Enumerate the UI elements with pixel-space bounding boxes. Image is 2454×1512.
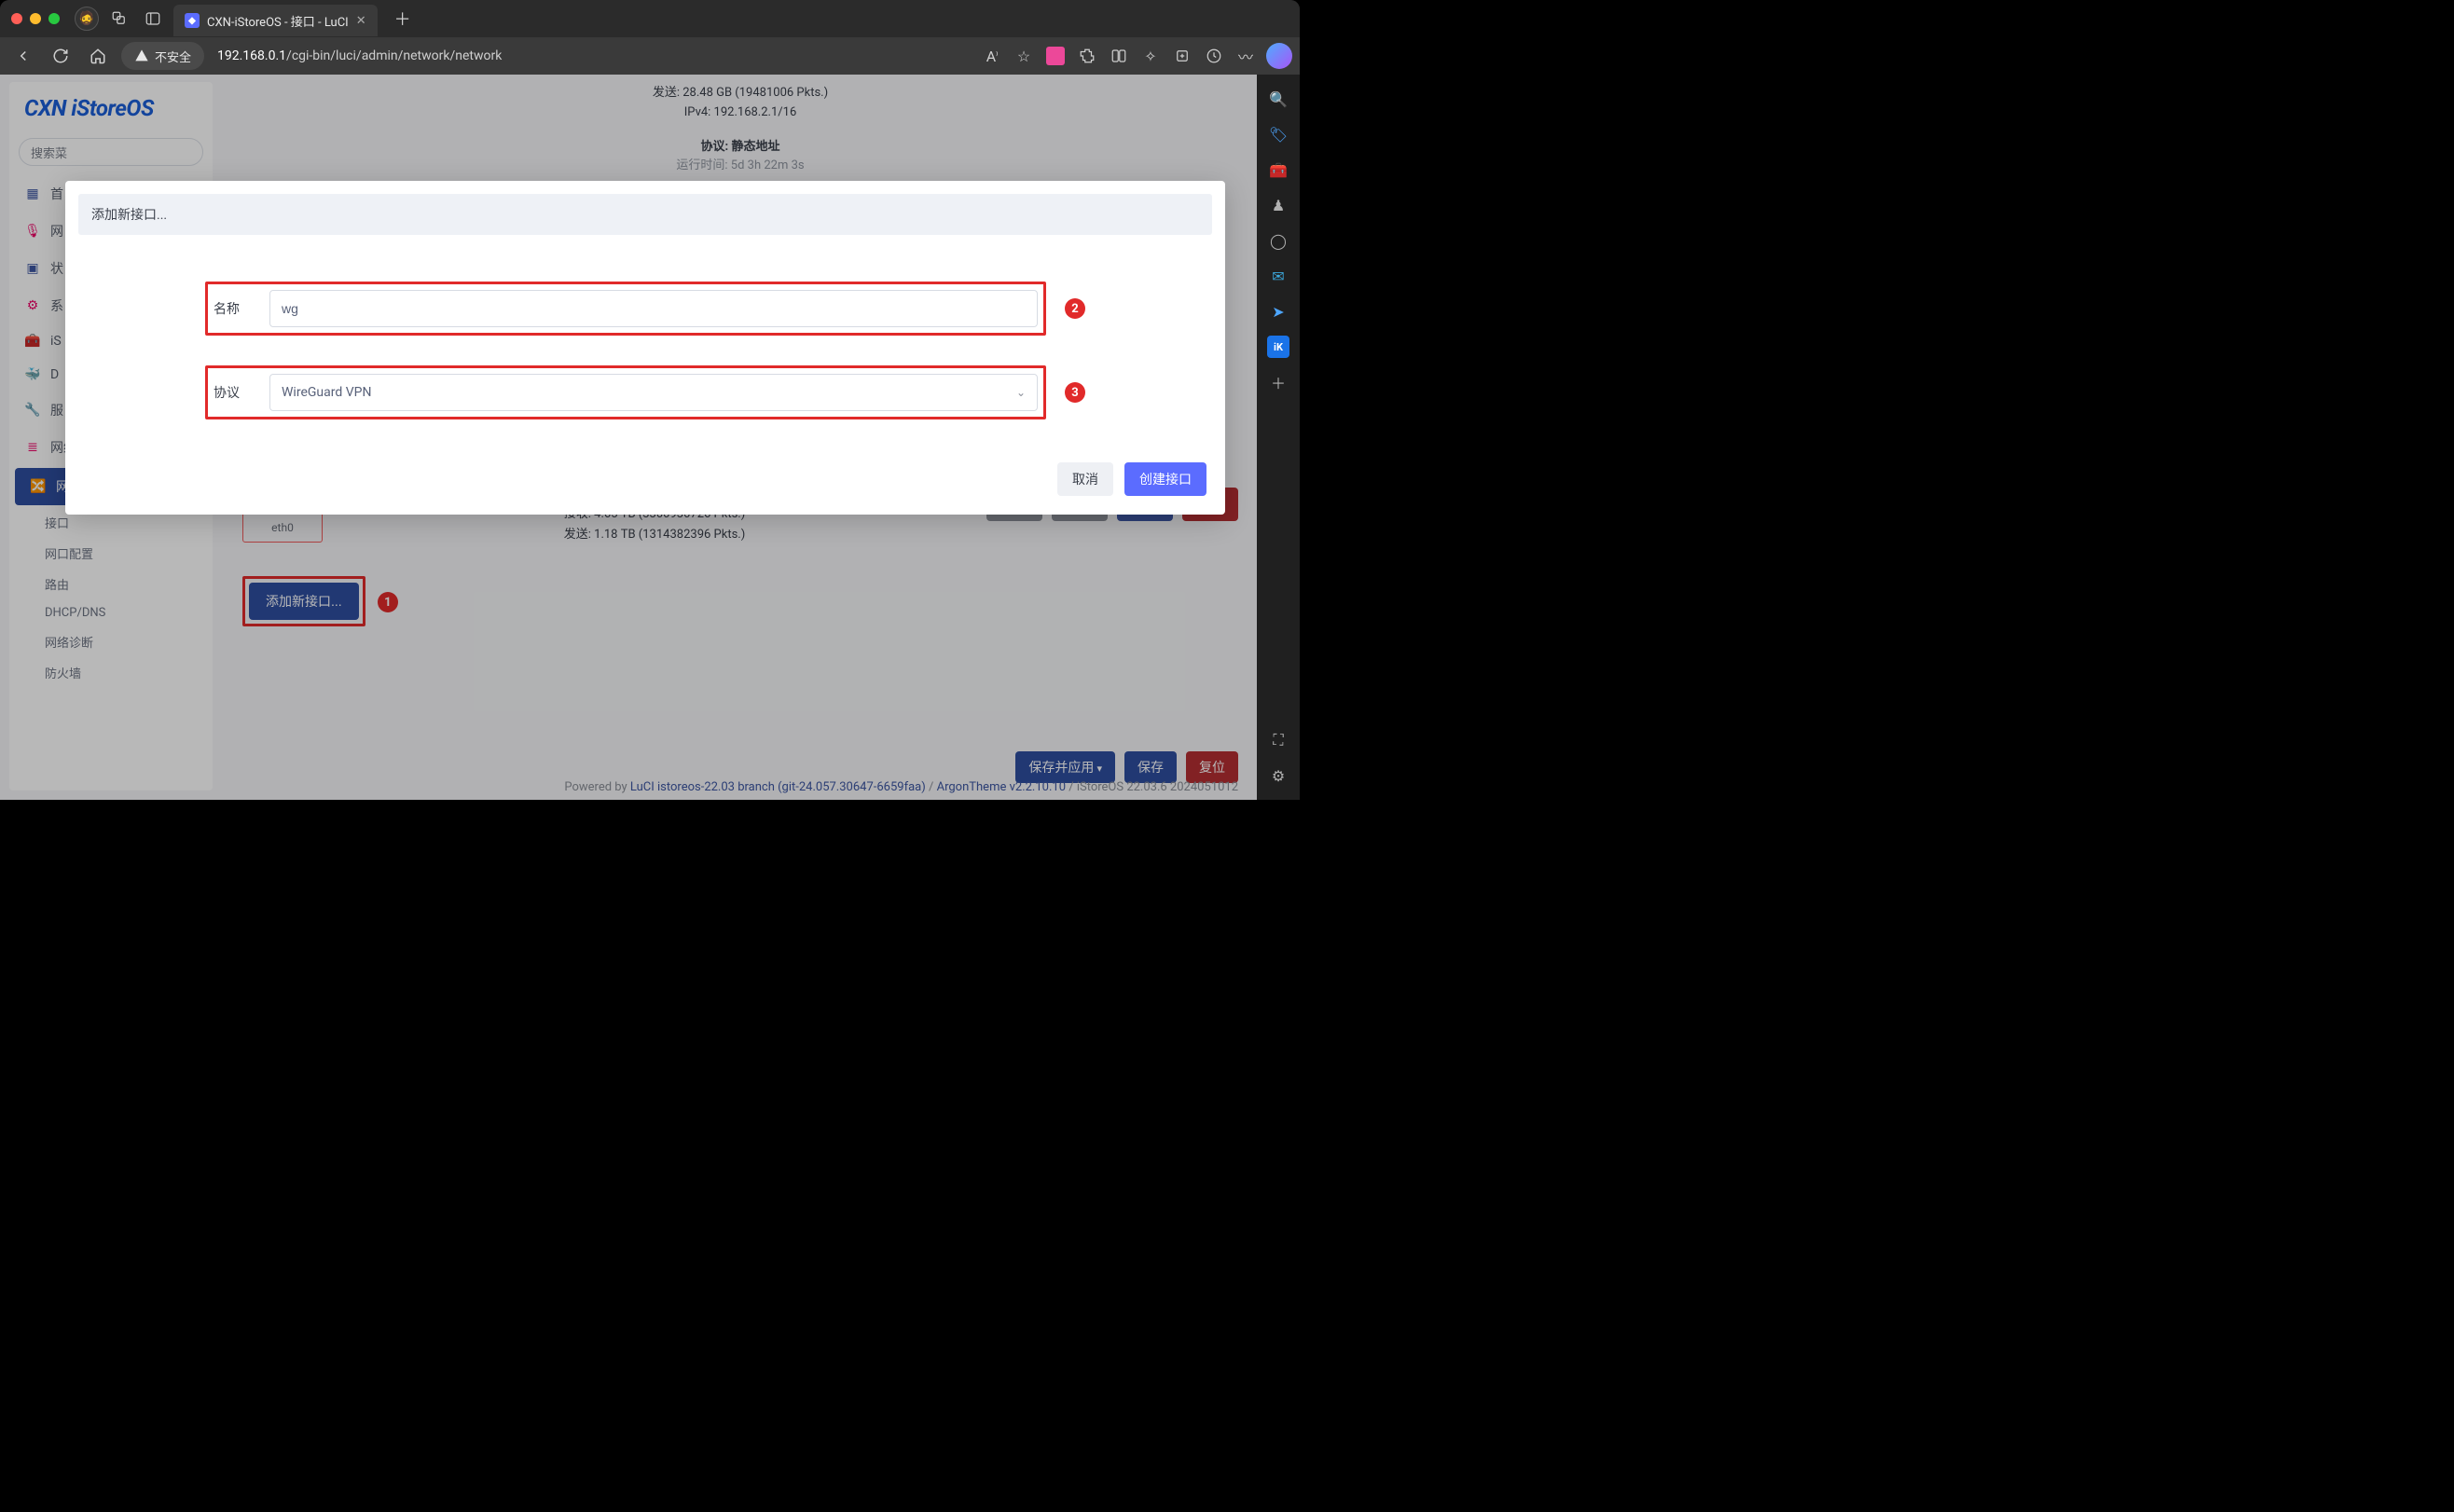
extension-pink-icon[interactable] <box>1042 43 1068 69</box>
url-display[interactable]: 192.168.0.1/cgi-bin/luci/admin/network/n… <box>217 48 970 63</box>
browser-tab[interactable]: ◆ CXN-iStoreOS - 接口 - LuCI ✕ <box>173 5 378 36</box>
modal-title: 添加新接口... <box>78 194 1212 235</box>
protocol-row: 协议 WireGuard VPN ⌄ <box>205 365 1046 419</box>
home-button[interactable] <box>84 42 112 70</box>
rail-screenshot-icon[interactable]: ⛶ <box>1267 729 1289 751</box>
protocol-select[interactable]: WireGuard VPN ⌄ <box>269 374 1038 411</box>
tab-favicon-icon: ◆ <box>185 13 200 28</box>
protocol-label: 协议 <box>214 383 258 402</box>
panel-toggle-icon[interactable] <box>140 6 166 32</box>
insecure-label: 不安全 <box>155 48 191 65</box>
name-label: 名称 <box>214 299 258 318</box>
close-window-icon[interactable] <box>11 13 22 24</box>
annotation-3: 3 <box>1065 382 1085 403</box>
rail-tools-icon[interactable]: 🧰 <box>1267 158 1289 181</box>
page-content: CXN iStoreOS 搜索菜 ▦首 🎙网 ▣状 ⚙系 🧰iS 🐳D 🔧服 ≣… <box>0 75 1257 800</box>
rail-search-icon[interactable]: 🔍 <box>1267 88 1289 110</box>
rail-shopping-icon[interactable]: 🏷 <box>1267 123 1289 145</box>
warning-icon <box>134 48 149 63</box>
cancel-button[interactable]: 取消 <box>1057 462 1113 496</box>
modal-actions: 取消 创建接口 <box>65 444 1225 496</box>
browser-chrome: 🧔 ◆ CXN-iStoreOS - 接口 - LuCI ✕ ＋ 不安全 192… <box>0 0 1300 75</box>
window-controls[interactable] <box>11 13 60 24</box>
add-interface-modal: 添加新接口... 名称 2 协议 WireGuard VPN ⌄ 3 <box>65 181 1225 515</box>
collections-icon[interactable] <box>1169 43 1195 69</box>
rail-m365-icon[interactable]: ◯ <box>1267 229 1289 252</box>
rail-settings-icon[interactable]: ⚙ <box>1267 764 1289 787</box>
maximize-window-icon[interactable] <box>48 13 60 24</box>
minimize-window-icon[interactable] <box>30 13 41 24</box>
back-button[interactable] <box>9 42 37 70</box>
workspaces-icon[interactable] <box>106 6 132 32</box>
chevron-down-icon: ⌄ <box>1016 386 1026 399</box>
performance-icon[interactable]: 〰 <box>1233 43 1259 69</box>
reload-button[interactable] <box>47 42 75 70</box>
security-status[interactable]: 不安全 <box>121 42 204 70</box>
favorites-bar-icon[interactable]: ✧ <box>1137 43 1164 69</box>
rail-send-icon[interactable]: ➤ <box>1267 300 1289 323</box>
name-row: 名称 <box>205 282 1046 336</box>
new-tab-button[interactable]: ＋ <box>385 7 420 31</box>
name-input[interactable] <box>269 290 1038 327</box>
profile-avatar[interactable]: 🧔 <box>75 7 99 31</box>
history-icon[interactable] <box>1201 43 1227 69</box>
read-aloud-icon[interactable]: A⁾ <box>979 43 1005 69</box>
rail-ik-icon[interactable]: iK <box>1267 336 1289 358</box>
split-screen-icon[interactable] <box>1106 43 1132 69</box>
browser-side-rail: 🔍 🏷 🧰 ♟ ◯ ✉ ➤ iK ＋ ⛶ ⚙ <box>1257 75 1300 800</box>
address-bar: 不安全 192.168.0.1/cgi-bin/luci/admin/netwo… <box>0 37 1300 75</box>
tab-close-icon[interactable]: ✕ <box>356 14 366 28</box>
rail-games-icon[interactable]: ♟ <box>1267 194 1289 216</box>
rail-add-icon[interactable]: ＋ <box>1267 371 1289 393</box>
extensions-icon[interactable] <box>1074 43 1100 69</box>
annotation-2: 2 <box>1065 298 1085 319</box>
favorite-icon[interactable]: ☆ <box>1011 43 1037 69</box>
copilot-icon[interactable] <box>1266 43 1292 69</box>
titlebar: 🧔 ◆ CXN-iStoreOS - 接口 - LuCI ✕ ＋ <box>0 0 1300 37</box>
protocol-value: WireGuard VPN <box>282 385 371 400</box>
create-interface-button[interactable]: 创建接口 <box>1124 462 1206 496</box>
tab-title: CXN-iStoreOS - 接口 - LuCI <box>207 12 349 30</box>
modal-form: 名称 2 协议 WireGuard VPN ⌄ 3 <box>65 248 1225 444</box>
rail-outlook-icon[interactable]: ✉ <box>1267 265 1289 287</box>
